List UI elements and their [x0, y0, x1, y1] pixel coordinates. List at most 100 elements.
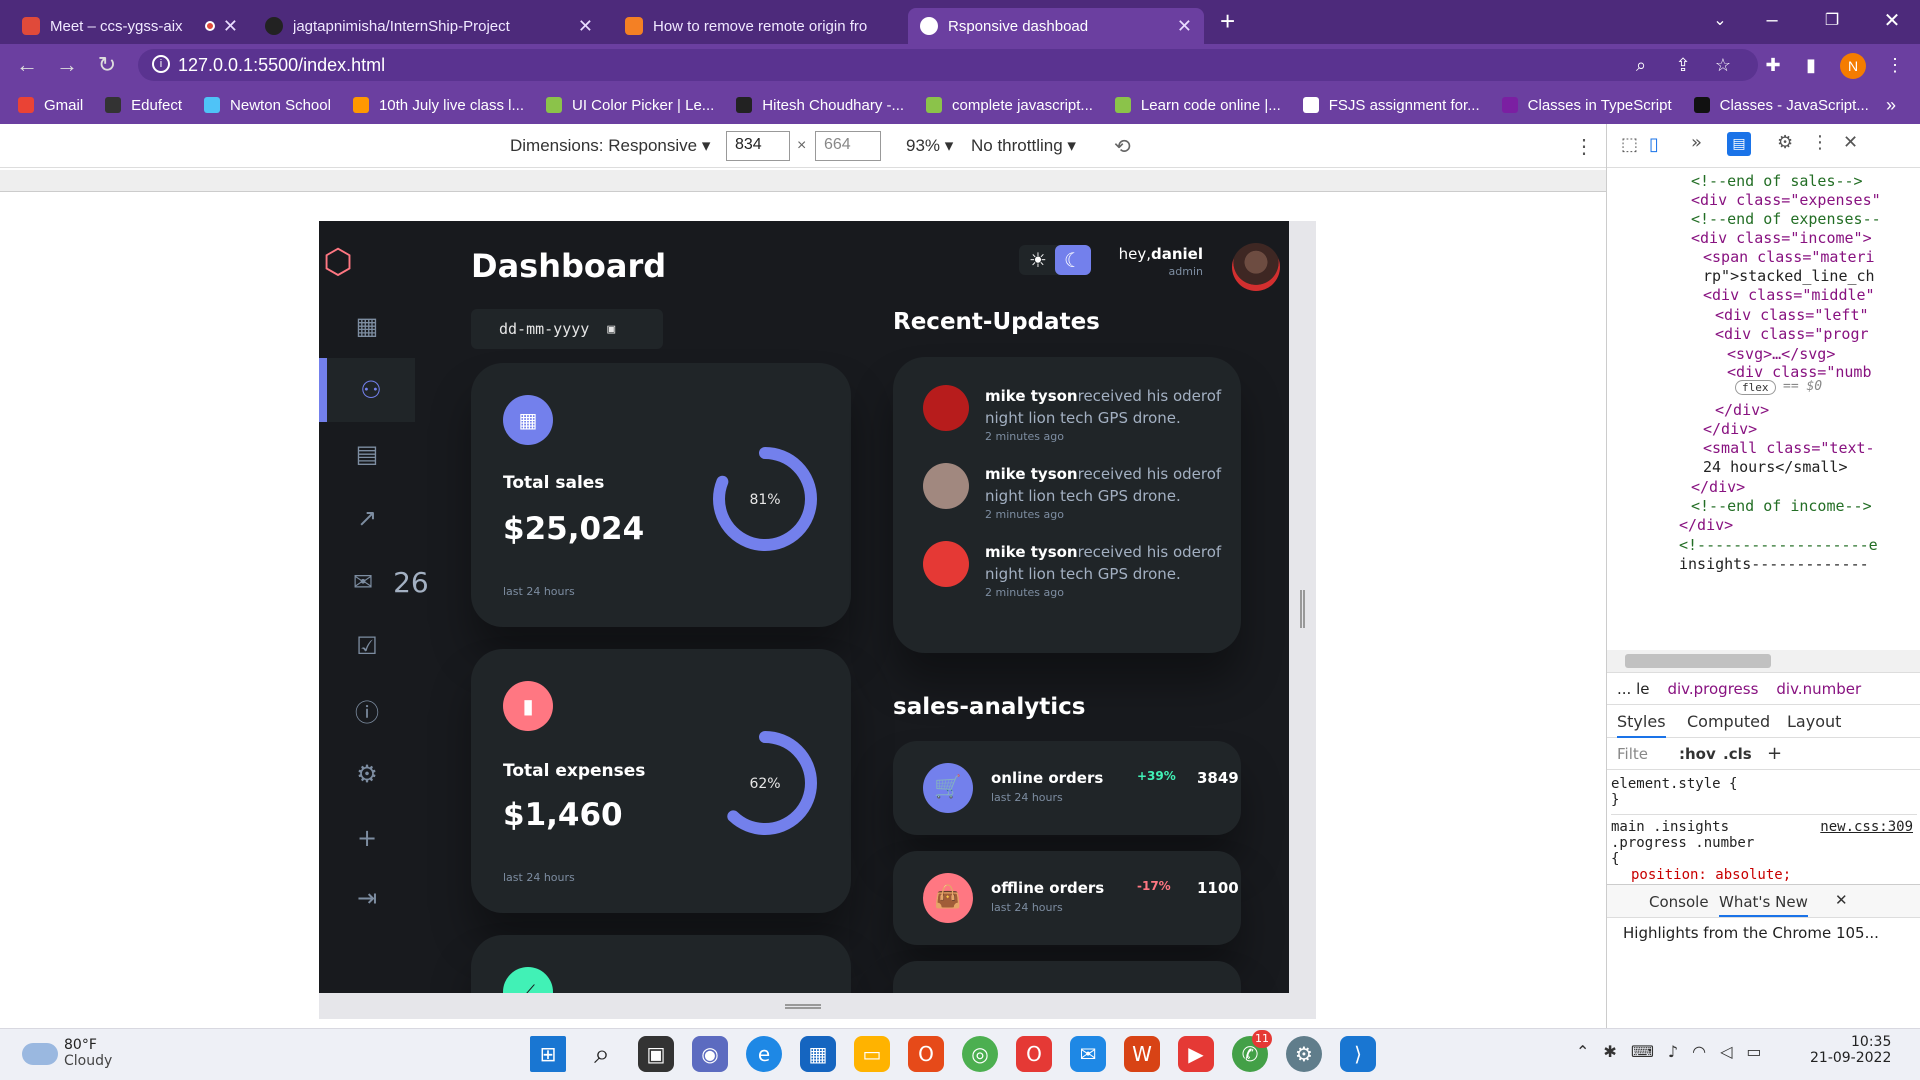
- more-tabs-icon[interactable]: »: [1691, 132, 1702, 153]
- tab-computed[interactable]: Computed: [1687, 712, 1770, 731]
- more-bookmarks-icon[interactable]: »: [1886, 95, 1896, 116]
- bookmark-item[interactable]: Hitesh Choudhary -...: [736, 97, 904, 114]
- back-icon[interactable]: ←: [12, 50, 42, 80]
- reload-icon[interactable]: ↻: [92, 50, 122, 80]
- flex-badge[interactable]: flex: [1735, 380, 1776, 395]
- bookmark-item[interactable]: FSJS assignment for...: [1302, 97, 1480, 114]
- settings-icon[interactable]: ⚙: [1286, 1036, 1322, 1072]
- close-devtools-icon[interactable]: ✕: [1843, 132, 1858, 153]
- filter-input[interactable]: Filte: [1617, 745, 1648, 763]
- new-rule-icon[interactable]: +: [1767, 743, 1782, 764]
- tab-whats-new[interactable]: What's New: [1719, 893, 1808, 917]
- minimize-button[interactable]: –: [1752, 0, 1792, 40]
- chrome-icon[interactable]: ◎: [962, 1036, 998, 1072]
- dom-node-line[interactable]: <small class="text-: [1703, 439, 1875, 457]
- settings-gear-icon[interactable]: ⚙: [1777, 132, 1793, 153]
- edge-icon[interactable]: e: [746, 1036, 782, 1072]
- bookmark-star-icon[interactable]: ☆: [1710, 52, 1736, 78]
- avatar[interactable]: [1232, 243, 1280, 291]
- clock[interactable]: 10:35 21-09-2022: [1810, 1034, 1891, 1066]
- start-icon[interactable]: ⊞: [530, 1036, 566, 1072]
- sidebar-item-add[interactable]: +: [319, 806, 415, 870]
- dom-node-line[interactable]: </div>: [1691, 478, 1745, 496]
- system-tray[interactable]: ⌃✱⌨♪◠◁▭: [1576, 1042, 1776, 1061]
- dom-node-line[interactable]: insights-------------: [1679, 555, 1869, 573]
- tab-console[interactable]: Console: [1649, 893, 1709, 911]
- dom-node-line[interactable]: rp">stacked_line_ch: [1703, 267, 1875, 285]
- date-input[interactable]: dd-mm-yyyy ▣: [471, 309, 663, 349]
- dom-node-line[interactable]: <!--end of sales-->: [1691, 172, 1863, 190]
- issues-icon[interactable]: ▤: [1727, 132, 1751, 156]
- zoom-icon[interactable]: ⌕: [1628, 52, 1654, 78]
- search-icon[interactable]: ⌕: [584, 1036, 620, 1072]
- sidebar-item-dashboard[interactable]: ▦: [319, 294, 415, 358]
- tab-search-icon[interactable]: ⌄: [1700, 0, 1740, 40]
- scrollbar-thumb[interactable]: [1625, 654, 1771, 668]
- css-file-link[interactable]: new.css:309: [1820, 819, 1913, 835]
- resize-handle-right[interactable]: [1300, 590, 1305, 628]
- more-options-icon[interactable]: ⋮: [1574, 134, 1594, 159]
- dom-node-line[interactable]: </div>: [1715, 401, 1769, 419]
- tab-dashboard[interactable]: Rsponsive dashboad ✕: [908, 8, 1204, 44]
- store-icon[interactable]: ▦: [800, 1036, 836, 1072]
- youtube-icon[interactable]: ▶: [1178, 1036, 1214, 1072]
- breadcrumb-item[interactable]: div.progress: [1667, 680, 1758, 698]
- kebab-menu-icon[interactable]: ⋮: [1811, 132, 1829, 153]
- bookmark-item[interactable]: Newton School: [204, 97, 331, 114]
- dom-node-line[interactable]: <svg>…</svg>: [1727, 345, 1835, 363]
- side-panel-icon[interactable]: ▮: [1798, 52, 1824, 78]
- file-explorer-icon[interactable]: ▭: [854, 1036, 890, 1072]
- url-input[interactable]: i 127.0.0.1:5500/index.html: [138, 49, 1758, 81]
- tab-meet[interactable]: Meet – ccs-ygss-aix ✕: [10, 8, 250, 44]
- tab-styles[interactable]: Styles: [1617, 712, 1666, 738]
- breadcrumb-item[interactable]: div.number: [1776, 680, 1861, 698]
- bookmark-item[interactable]: Learn code online |...: [1114, 97, 1281, 114]
- mail-app-icon[interactable]: ✉: [1070, 1036, 1106, 1072]
- office-app-icon[interactable]: O: [1016, 1036, 1052, 1072]
- close-tab-icon[interactable]: ✕: [223, 16, 238, 37]
- dom-node-line[interactable]: </div>: [1703, 420, 1757, 438]
- bookmark-item[interactable]: Classes - JavaScript...: [1693, 97, 1869, 114]
- extensions-icon[interactable]: ✚: [1760, 52, 1786, 78]
- chat-icon[interactable]: ◉: [692, 1036, 728, 1072]
- new-tab-button[interactable]: +: [1220, 6, 1235, 37]
- height-input[interactable]: 664: [815, 131, 881, 161]
- dom-node-line[interactable]: <!-------------------e: [1679, 536, 1878, 554]
- office-icon[interactable]: O: [908, 1036, 944, 1072]
- tab-stackoverflow[interactable]: How to remove remote origin fro: [613, 8, 903, 44]
- moon-icon[interactable]: ☾: [1055, 245, 1091, 275]
- sidebar-item-customers[interactable]: ⚇: [319, 358, 415, 422]
- share-icon[interactable]: ⇪: [1670, 52, 1696, 78]
- rotate-icon[interactable]: ⟲: [1114, 134, 1131, 159]
- vscode-icon[interactable]: ⟩: [1340, 1036, 1376, 1072]
- hov-toggle[interactable]: :hov: [1679, 745, 1716, 763]
- bookmark-item[interactable]: Gmail: [18, 97, 83, 114]
- close-window-button[interactable]: ✕: [1872, 0, 1912, 40]
- forward-icon[interactable]: →: [52, 50, 82, 80]
- dom-node-line[interactable]: <div class="progr: [1715, 325, 1869, 343]
- tab-layout[interactable]: Layout: [1787, 712, 1841, 731]
- resize-handle-bottom[interactable]: [785, 1004, 821, 1009]
- sidebar-item-messages[interactable]: ✉ 26: [319, 550, 429, 614]
- device-mode-icon[interactable]: ▯: [1649, 134, 1659, 155]
- sidebar-item-reports[interactable]: ⓘ: [319, 678, 415, 742]
- dom-node-line[interactable]: <div class="left": [1715, 306, 1869, 324]
- breadcrumb-item[interactable]: ... le: [1617, 680, 1649, 698]
- width-input[interactable]: 834: [726, 131, 790, 161]
- bookmark-item[interactable]: Edufect: [105, 97, 182, 114]
- wps-icon[interactable]: W: [1124, 1036, 1160, 1072]
- dimensions-select[interactable]: Dimensions: Responsive ▾: [510, 136, 710, 156]
- dom-node-line[interactable]: <div class="middle": [1703, 286, 1875, 304]
- weather-widget[interactable]: 80°F Cloudy: [64, 1037, 112, 1069]
- sun-icon[interactable]: ☀: [1025, 248, 1051, 272]
- theme-toggler[interactable]: ☀ ☾: [1019, 245, 1091, 275]
- task-view-icon[interactable]: ▣: [638, 1036, 674, 1072]
- dom-node-line[interactable]: </div>: [1679, 516, 1733, 534]
- media-query-ruler[interactable]: [0, 170, 1606, 192]
- bookmark-item[interactable]: Classes in TypeScript: [1501, 97, 1672, 114]
- dom-node-line[interactable]: 24 hours</small>: [1703, 458, 1848, 476]
- dom-node-line[interactable]: <div class="income">: [1691, 229, 1872, 247]
- dom-node-line[interactable]: <!--end of expenses--: [1691, 210, 1881, 228]
- sidebar-item-orders[interactable]: ▤: [319, 422, 415, 486]
- bookmark-item[interactable]: complete javascript...: [926, 97, 1093, 114]
